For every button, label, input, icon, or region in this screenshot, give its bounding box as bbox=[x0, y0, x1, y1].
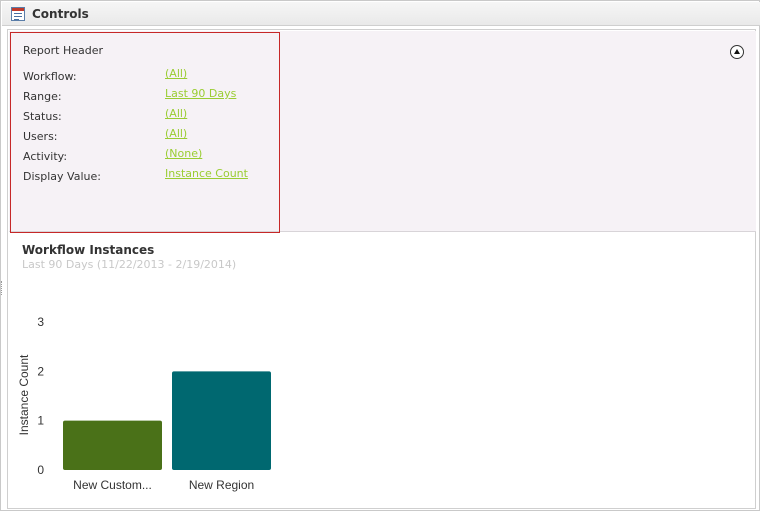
report-grid-icon bbox=[11, 7, 25, 21]
bar-chart: 0 1 2 3 Instance Count New Custom... New Regio… bbox=[17, 315, 271, 492]
x-tick-label: New Region bbox=[189, 478, 254, 492]
y-tick-label: 0 bbox=[37, 463, 44, 477]
y-tick-label: 1 bbox=[37, 414, 44, 428]
controls-window: Controls Report Header Workflow: (All) R… bbox=[0, 0, 760, 511]
bar bbox=[63, 420, 162, 470]
y-tick-label: 2 bbox=[37, 364, 44, 378]
window-titlebar: Controls bbox=[2, 2, 760, 26]
report-panel: Report Header Workflow: (All) Range: Las… bbox=[7, 29, 756, 509]
panel-splitter-handle[interactable] bbox=[1, 281, 3, 295]
y-axis-label: Instance Count bbox=[17, 354, 31, 435]
window-title: Controls bbox=[32, 7, 89, 21]
x-tick-label: New Custom... bbox=[73, 478, 152, 492]
bar bbox=[172, 371, 271, 470]
y-tick-label: 3 bbox=[37, 315, 44, 329]
